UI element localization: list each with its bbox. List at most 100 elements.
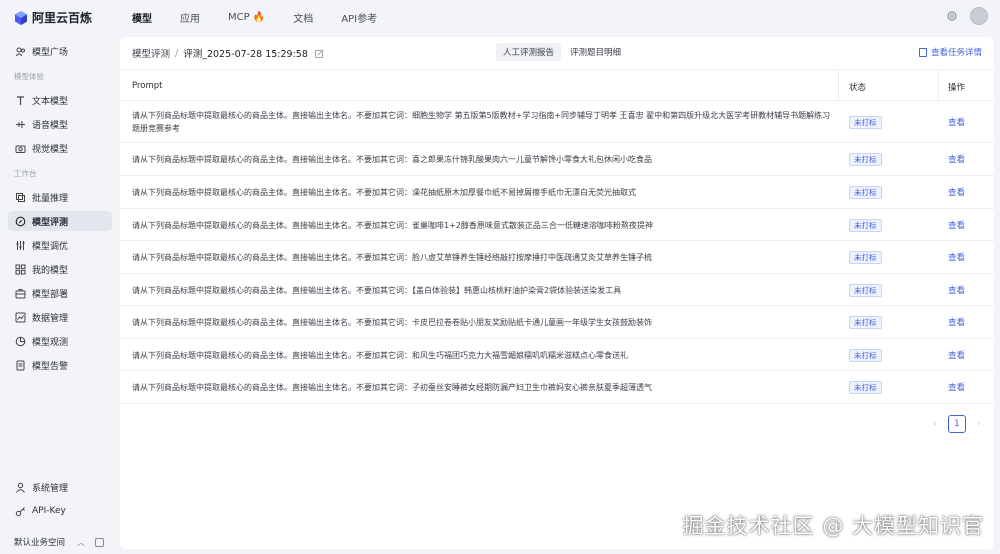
table-row: 请从下列商品标题中提取最核心的商品主体。直接输出主体名。不要加其它词：细胞生物学…: [120, 101, 994, 143]
camera-icon: [15, 143, 26, 154]
sidebar-item-api-key[interactable]: API-Key: [8, 501, 112, 521]
sidebar-item-label: 模型观测: [32, 337, 69, 348]
prompt-cell: 请从下列商品标题中提取最核心的商品主体。直接输出主体名。不要加其它词：子初蚕丝安…: [132, 383, 652, 392]
sidebar-item-model-observe[interactable]: 模型观测: [8, 331, 112, 351]
view-task-detail-label: 查看任务详情: [930, 48, 982, 58]
sidebar-item-system-manage[interactable]: 系统管理: [8, 477, 112, 497]
eval-table: Prompt 状态 操作 请从下列商品标题中提取最核心的商品主体。直接输出主体名…: [120, 69, 994, 404]
prompt-cell: 请从下列商品标题中提取最核心的商品主体。直接输出主体名。不要加其它词：和风生巧福…: [132, 351, 628, 360]
prompt-cell: 请从下列商品标题中提取最核心的商品主体。直接输出主体名。不要加其它词：【盖白体验…: [132, 286, 622, 295]
sidebar-item-model-square[interactable]: 模型广场: [8, 41, 112, 61]
breadcrumb: 模型评测 / 评测_2025-07-28 15:29:58: [132, 46, 324, 60]
view-link[interactable]: 查看: [948, 381, 965, 393]
tab-question-detail[interactable]: 评测题目明细: [563, 43, 628, 61]
view-link[interactable]: 查看: [948, 251, 965, 263]
status-badge: 未打标: [849, 316, 882, 329]
prompt-cell: 请从下列商品标题中提取最核心的商品主体。直接输出主体名。不要加其它词：澡花抽纸原…: [132, 188, 636, 197]
breadcrumb-parent[interactable]: 模型评测: [132, 46, 170, 60]
status-badge: 未打标: [849, 251, 882, 264]
breadcrumb-separator: /: [175, 47, 179, 59]
view-link[interactable]: 查看: [948, 349, 965, 361]
table-row: 请从下列商品标题中提取最核心的商品主体。直接输出主体名。不要加其它词：喜之郎果冻…: [120, 143, 994, 176]
topnav-api-ref[interactable]: API参考: [341, 10, 377, 25]
sliders-icon: [15, 240, 26, 251]
report-tabs: 人工评测报告 评测题目明细: [496, 43, 630, 61]
sidebar-item-data-manage[interactable]: 数据管理: [8, 307, 112, 327]
sidebar-item-label: 数据管理: [32, 313, 69, 324]
view-link[interactable]: 查看: [948, 116, 965, 128]
topnav-docs[interactable]: 文档: [293, 10, 313, 25]
sidebar-item-model-eval[interactable]: 模型评测: [8, 211, 112, 231]
sidebar-item-label: 批量推理: [32, 193, 69, 204]
status-badge: 未打标: [849, 116, 882, 129]
sidebar: 模型广场 模型体验 文本模型 语音模型 视觉模型 工作台 批量推理 模型评测 模…: [0, 34, 120, 554]
sidebar-item-vision-model[interactable]: 视觉模型: [8, 138, 112, 158]
sidebar-item-model-deploy[interactable]: 模型部署: [8, 283, 112, 303]
view-link[interactable]: 查看: [948, 219, 965, 231]
table-row: 请从下列商品标题中提取最核心的商品主体。直接输出主体名。不要加其它词：【盖白体验…: [120, 274, 994, 306]
sidebar-item-text-model[interactable]: 文本模型: [8, 90, 112, 110]
sidebar-item-label: 模型调优: [32, 241, 69, 252]
breadcrumb-current: 评测_2025-07-28 15:29:58: [183, 49, 308, 60]
prompt-cell: 请从下列商品标题中提取最核心的商品主体。直接输出主体名。不要加其它词：脸八虚艾草…: [132, 253, 652, 262]
status-badge: 未打标: [849, 186, 882, 199]
prompt-cell: 请从下列商品标题中提取最核心的商品主体。直接输出主体名。不要加其它词：喜之郎果冻…: [132, 155, 652, 164]
workspace-name: 默认业务空间: [14, 538, 66, 548]
view-task-detail-link[interactable]: 查看任务详情: [918, 46, 982, 58]
key-icon: [15, 506, 26, 517]
watermark: 掘金技术社区 @ 大模型知识官: [682, 514, 984, 538]
prev-page-button[interactable]: ‹: [928, 419, 942, 429]
sidebar-item-voice-model[interactable]: 语音模型: [8, 114, 112, 134]
status-badge: 未打标: [849, 381, 882, 394]
sidebar-item-model-tuning[interactable]: 模型调优: [8, 235, 112, 255]
column-divider: [838, 70, 839, 102]
topnav-model[interactable]: 模型: [132, 10, 152, 25]
sidebar-item-label: 视觉模型: [32, 144, 69, 155]
brand-name: 阿里云百炼: [32, 11, 93, 25]
workspace-switcher[interactable]: 默认业务空间 ︿: [14, 535, 114, 549]
topnav-app[interactable]: 应用: [180, 10, 200, 25]
table-row: 请从下列商品标题中提取最核心的商品主体。直接输出主体名。不要加其它词：和风生巧福…: [120, 339, 994, 371]
table-row: 请从下列商品标题中提取最核心的商品主体。直接输出主体名。不要加其它词：卡皮巴拉卷…: [120, 306, 994, 339]
chevron-up-icon[interactable]: ︿: [77, 537, 85, 548]
next-page-button[interactable]: ›: [972, 419, 986, 429]
document-icon: [15, 360, 26, 371]
main-panel: 模型评测 / 评测_2025-07-28 15:29:58 人工评测报告 评测题…: [120, 37, 994, 549]
table-row: 请从下列商品标题中提取最核心的商品主体。直接输出主体名。不要加其它词：澡花抽纸原…: [120, 176, 994, 209]
table-header: Prompt 状态 操作: [120, 69, 994, 102]
prompt-cell: 请从下列商品标题中提取最核心的商品主体。直接输出主体名。不要加其它词：卡皮巴拉卷…: [132, 318, 652, 327]
top-right-tools: [946, 7, 988, 25]
sidebar-item-label: API-Key: [32, 506, 66, 516]
avatar[interactable]: [970, 7, 988, 25]
user-icon: [15, 482, 26, 493]
waveform-icon: [15, 119, 26, 130]
topnav-mcp[interactable]: MCP 🔥: [228, 12, 265, 23]
table-row: 请从下列商品标题中提取最核心的商品主体。直接输出主体名。不要加其它词：脸八虚艾草…: [120, 241, 994, 274]
sidebar-item-label: 模型部署: [32, 289, 69, 300]
people-icon: [15, 46, 26, 57]
view-link[interactable]: 查看: [948, 186, 965, 198]
view-link[interactable]: 查看: [948, 284, 965, 296]
edit-icon[interactable]: [314, 49, 324, 58]
grid-icon: [15, 264, 26, 275]
column-header-prompt: Prompt: [132, 81, 163, 91]
page-number-current[interactable]: 1: [948, 415, 966, 433]
gear-icon[interactable]: [946, 10, 958, 22]
sidebar-toggle-icon[interactable]: [95, 537, 105, 547]
layers-icon: [15, 192, 26, 203]
sidebar-item-label: 模型广场: [32, 47, 69, 58]
column-divider: [938, 70, 939, 102]
sidebar-item-label: 语音模型: [32, 120, 69, 131]
sidebar-item-label: 系统管理: [32, 483, 69, 494]
view-link[interactable]: 查看: [948, 316, 965, 328]
sidebar-item-my-models[interactable]: 我的模型: [8, 259, 112, 279]
sidebar-item-model-alert[interactable]: 模型告警: [8, 355, 112, 375]
tab-manual-report[interactable]: 人工评测报告: [496, 43, 562, 61]
pagination: ‹ 1 ›: [928, 415, 986, 433]
brand-logo[interactable]: 阿里云百炼: [14, 9, 92, 26]
top-bar: 阿里云百炼 模型 应用 MCP 🔥 文档 API参考: [0, 0, 1000, 34]
sidebar-item-batch-inference[interactable]: 批量推理: [8, 187, 112, 207]
status-badge: 未打标: [849, 284, 882, 297]
status-badge: 未打标: [849, 219, 882, 232]
view-link[interactable]: 查看: [948, 153, 965, 165]
